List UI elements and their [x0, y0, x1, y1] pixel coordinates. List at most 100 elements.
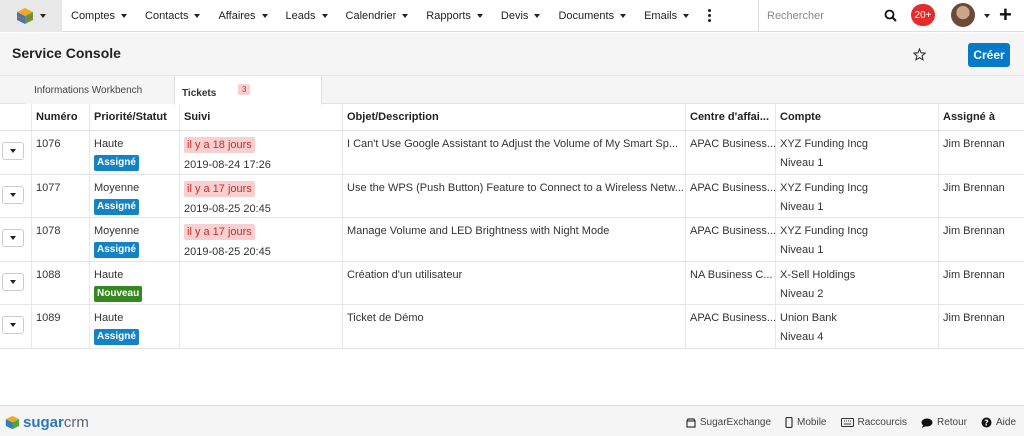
nav-item-affaires[interactable]: Affaires — [209, 0, 276, 32]
follow-up-date: 2019-08-25 20:45 — [184, 246, 271, 258]
sugarcrm-logo[interactable]: sugarcrm — [5, 414, 89, 431]
chevron-down-icon — [40, 13, 46, 18]
nav-item-emails[interactable]: Emails — [635, 0, 698, 32]
business-center: APAC Business... — [685, 174, 775, 217]
column-header-priorite-statut[interactable]: Priorité/Statut — [89, 104, 179, 130]
subject-link[interactable]: Manage Volume and LED Brightness with Ni… — [342, 218, 685, 261]
mobile-icon — [785, 417, 793, 428]
ticket-number: 1077 — [31, 174, 89, 217]
chevron-down-icon[interactable] — [261, 13, 268, 18]
business-center: NA Business C... — [685, 261, 775, 304]
column-header-objet-description[interactable]: Objet/Description — [342, 104, 685, 130]
star-icon[interactable] — [913, 48, 926, 61]
nav-item-contacts[interactable]: Contacts — [136, 0, 209, 32]
nav-item-devis[interactable]: Devis — [492, 0, 550, 32]
account-level: Niveau 1 — [780, 157, 824, 169]
subject-link[interactable]: Ticket de Démo — [342, 305, 685, 348]
chevron-down-icon[interactable] — [984, 14, 990, 18]
help-icon: ? — [981, 417, 992, 428]
subject-link[interactable]: Use the WPS (Push Button) Feature to Con… — [342, 174, 685, 217]
tab-informations-workbench[interactable]: Informations Workbench — [25, 76, 175, 104]
notifications-badge[interactable]: 20+ — [911, 4, 935, 26]
row-actions-button[interactable] — [2, 272, 24, 291]
account-link[interactable]: XYZ Funding Incg — [780, 224, 938, 238]
tickets-table: Numéro Priorité/Statut Suivi Objet/Descr… — [0, 104, 1024, 349]
chevron-down-icon[interactable] — [121, 13, 128, 18]
business-center: APAC Business... — [685, 131, 775, 174]
chevron-down-icon[interactable] — [620, 13, 627, 18]
quick-create-plus-icon[interactable]: + — [999, 4, 1012, 26]
row-actions-button[interactable] — [2, 185, 24, 204]
column-header-centre-affaires[interactable]: Centre d'affai... — [685, 104, 775, 130]
search-input[interactable] — [767, 10, 877, 22]
nav-item-rapports[interactable]: Rapports — [417, 0, 492, 32]
chevron-down-icon[interactable] — [402, 13, 409, 18]
footer: sugarcrm SugarExchange Mobile Raccourcis… — [0, 405, 1024, 436]
table-row[interactable]: 1088 Haute Nouveau Création d'un utilisa… — [0, 261, 1024, 305]
chevron-down-icon[interactable] — [194, 13, 201, 18]
priority-text: Moyenne — [94, 181, 140, 194]
search-icon[interactable] — [884, 9, 897, 22]
console-tabs: Informations Workbench Tickets 3 — [0, 76, 1024, 105]
priority-text: Haute — [94, 138, 124, 150]
app-menu-button[interactable] — [0, 0, 62, 32]
create-button[interactable]: Créer — [968, 43, 1010, 67]
column-header-suivi[interactable]: Suivi — [179, 104, 342, 130]
assigned-user[interactable]: Jim Brennan — [938, 218, 1024, 261]
assigned-user[interactable]: Jim Brennan — [938, 174, 1024, 217]
account-level: Niveau 2 — [780, 287, 824, 300]
footer-link-raccourcis[interactable]: Raccourcis — [840, 417, 907, 428]
chat-icon — [921, 418, 933, 428]
chevron-down-icon[interactable] — [683, 13, 690, 18]
assigned-user[interactable]: Jim Brennan — [938, 261, 1024, 304]
chevron-down-icon — [10, 323, 16, 327]
table-row[interactable]: 1089 Haute Assigné Ticket de Démo APAC B… — [0, 305, 1024, 349]
footer-link-mobile[interactable]: Mobile — [785, 417, 827, 428]
account-link[interactable]: XYZ Funding Incg — [780, 181, 938, 195]
follow-up-date: 2019-08-24 17:26 — [184, 159, 271, 171]
chevron-down-icon[interactable] — [534, 13, 541, 18]
chevron-down-icon[interactable] — [321, 13, 328, 18]
column-header-compte[interactable]: Compte — [775, 104, 938, 130]
footer-links: SugarExchange Mobile Raccourcis Retour ?… — [686, 417, 1016, 428]
table-row[interactable]: 1076 Haute Assigné il y a 18 jours 2019-… — [0, 131, 1024, 175]
svg-text:?: ? — [984, 418, 989, 427]
ticket-number: 1076 — [31, 131, 89, 174]
overdue-badge: il y a 18 jours — [184, 137, 255, 153]
table-header-row: Numéro Priorité/Statut Suivi Objet/Descr… — [0, 104, 1024, 131]
row-actions-button[interactable] — [2, 229, 24, 247]
nav-item-comptes[interactable]: Comptes — [62, 0, 136, 32]
business-center: APAC Business... — [685, 305, 775, 348]
nav-item-calendrier[interactable]: Calendrier — [337, 0, 418, 32]
user-avatar[interactable] — [951, 3, 975, 27]
nav-item-leads[interactable]: Leads — [277, 0, 337, 32]
ticket-number: 1088 — [31, 261, 89, 304]
column-header-numero[interactable]: Numéro — [31, 104, 89, 130]
assigned-user[interactable]: Jim Brennan — [938, 131, 1024, 174]
more-menu-icon[interactable] — [702, 9, 717, 22]
tab-tickets[interactable]: Tickets 3 — [174, 76, 322, 105]
sugar-cube-icon — [5, 415, 20, 430]
chevron-down-icon[interactable] — [476, 13, 483, 18]
follow-up-date: 2019-08-25 20:45 — [184, 202, 271, 215]
row-actions-button[interactable] — [2, 142, 24, 160]
account-link[interactable]: X-Sell Holdings — [780, 268, 938, 282]
account-link[interactable]: XYZ Funding Incg — [780, 137, 938, 151]
footer-link-aide[interactable]: ? Aide — [981, 417, 1016, 428]
column-header-assigne[interactable]: Assigné à — [938, 104, 1024, 130]
footer-link-sugarexchange[interactable]: SugarExchange — [686, 417, 771, 428]
status-badge: Assigné — [94, 155, 139, 171]
status-badge: Assigné — [94, 198, 139, 215]
assigned-user[interactable]: Jim Brennan — [938, 305, 1024, 348]
row-actions-button[interactable] — [2, 316, 24, 334]
account-link[interactable]: Union Bank — [780, 311, 938, 325]
tickets-count-badge: 3 — [238, 84, 251, 95]
table-row[interactable]: 1077 Moyenne Assigné il y a 17 jours 201… — [0, 174, 1024, 218]
table-row[interactable]: 1078 Moyenne Assigné il y a 17 jours 201… — [0, 218, 1024, 262]
subject-link[interactable]: Création d'un utilisateur — [342, 261, 685, 304]
nav-item-documents[interactable]: Documents — [549, 0, 635, 32]
footer-link-retour[interactable]: Retour — [921, 417, 967, 428]
ticket-number: 1078 — [31, 218, 89, 261]
subject-link[interactable]: I Can't Use Google Assistant to Adjust t… — [342, 131, 685, 174]
page-header: Service Console Créer — [0, 33, 1024, 76]
